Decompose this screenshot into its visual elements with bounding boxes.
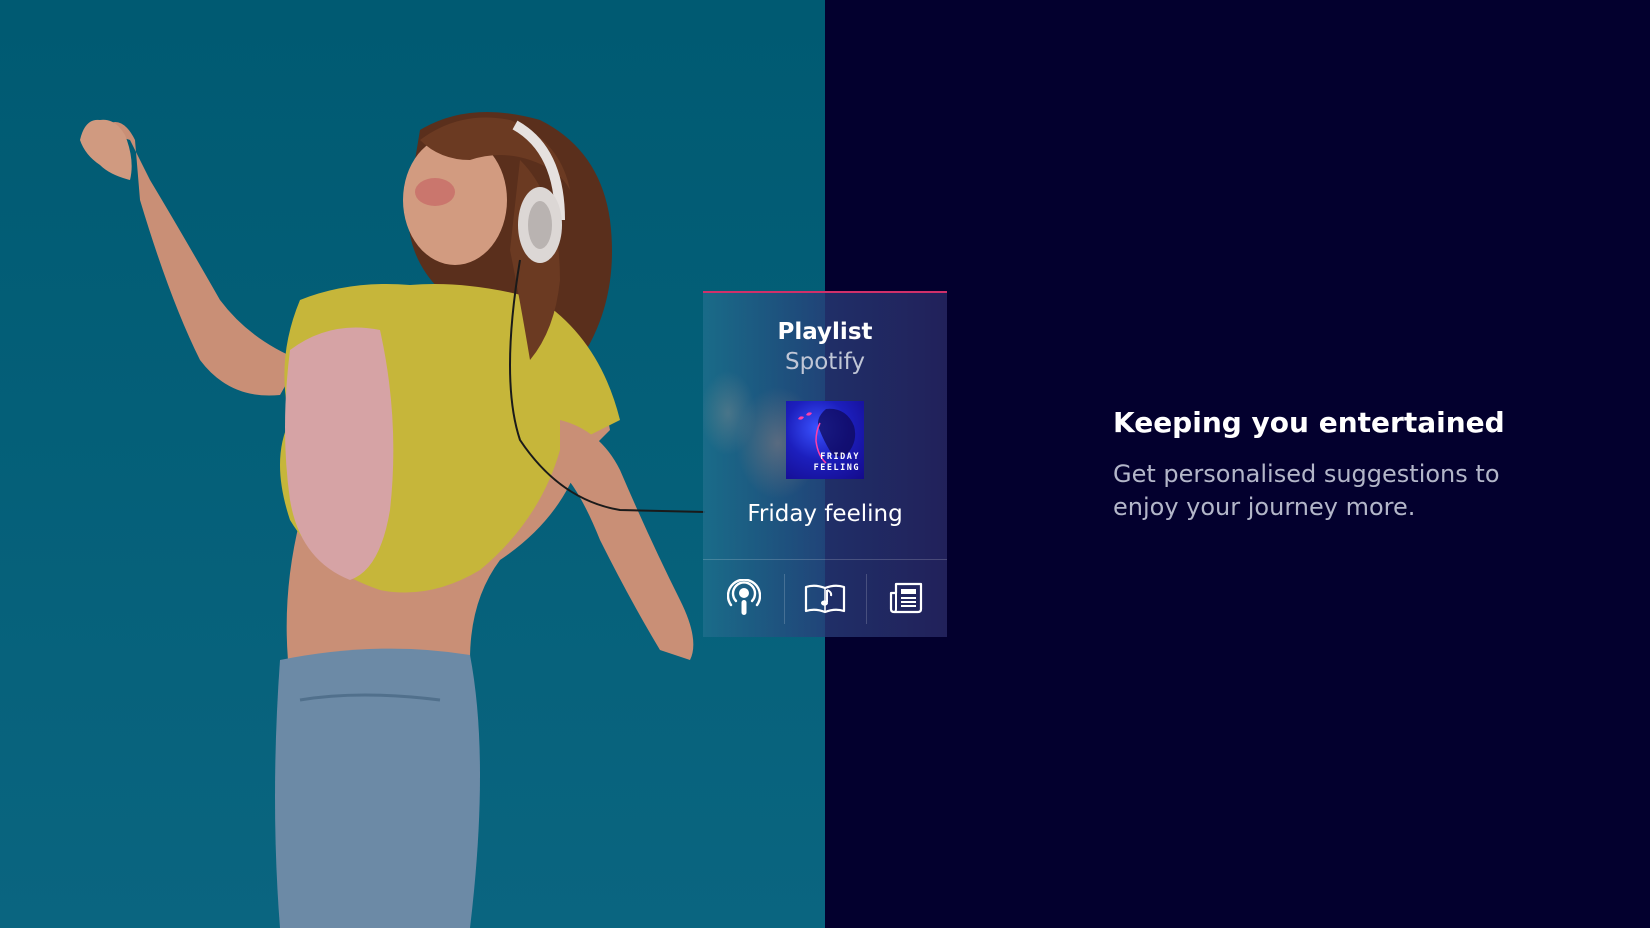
newspaper-icon <box>888 581 924 619</box>
playlist-cover-art[interactable]: FRIDAY FEELING <box>786 401 864 479</box>
card-actions <box>703 560 947 637</box>
music-book-icon <box>803 581 847 619</box>
music-book-button[interactable] <box>784 560 865 637</box>
dancing-woman-illustration <box>80 112 706 928</box>
screen: Playlist Spotify FRIDAY FEELING Friday fe… <box>0 0 1650 928</box>
card-type-label: Playlist <box>777 319 873 345</box>
newspaper-button[interactable] <box>865 560 947 637</box>
hero-photo <box>0 0 825 928</box>
promo-body: Get personalised suggestions to enjoy yo… <box>1113 460 1500 521</box>
playlist-card[interactable]: Playlist Spotify FRIDAY FEELING Friday fe… <box>703 291 947 637</box>
card-provider: Spotify <box>785 349 865 375</box>
promo-headline: Keeping you entertained <box>1113 406 1505 439</box>
playlist-title: Friday feeling <box>747 501 903 527</box>
podcast-icon <box>726 577 761 621</box>
podcast-button[interactable] <box>703 560 784 637</box>
cover-text: FRIDAY FEELING <box>813 452 860 473</box>
